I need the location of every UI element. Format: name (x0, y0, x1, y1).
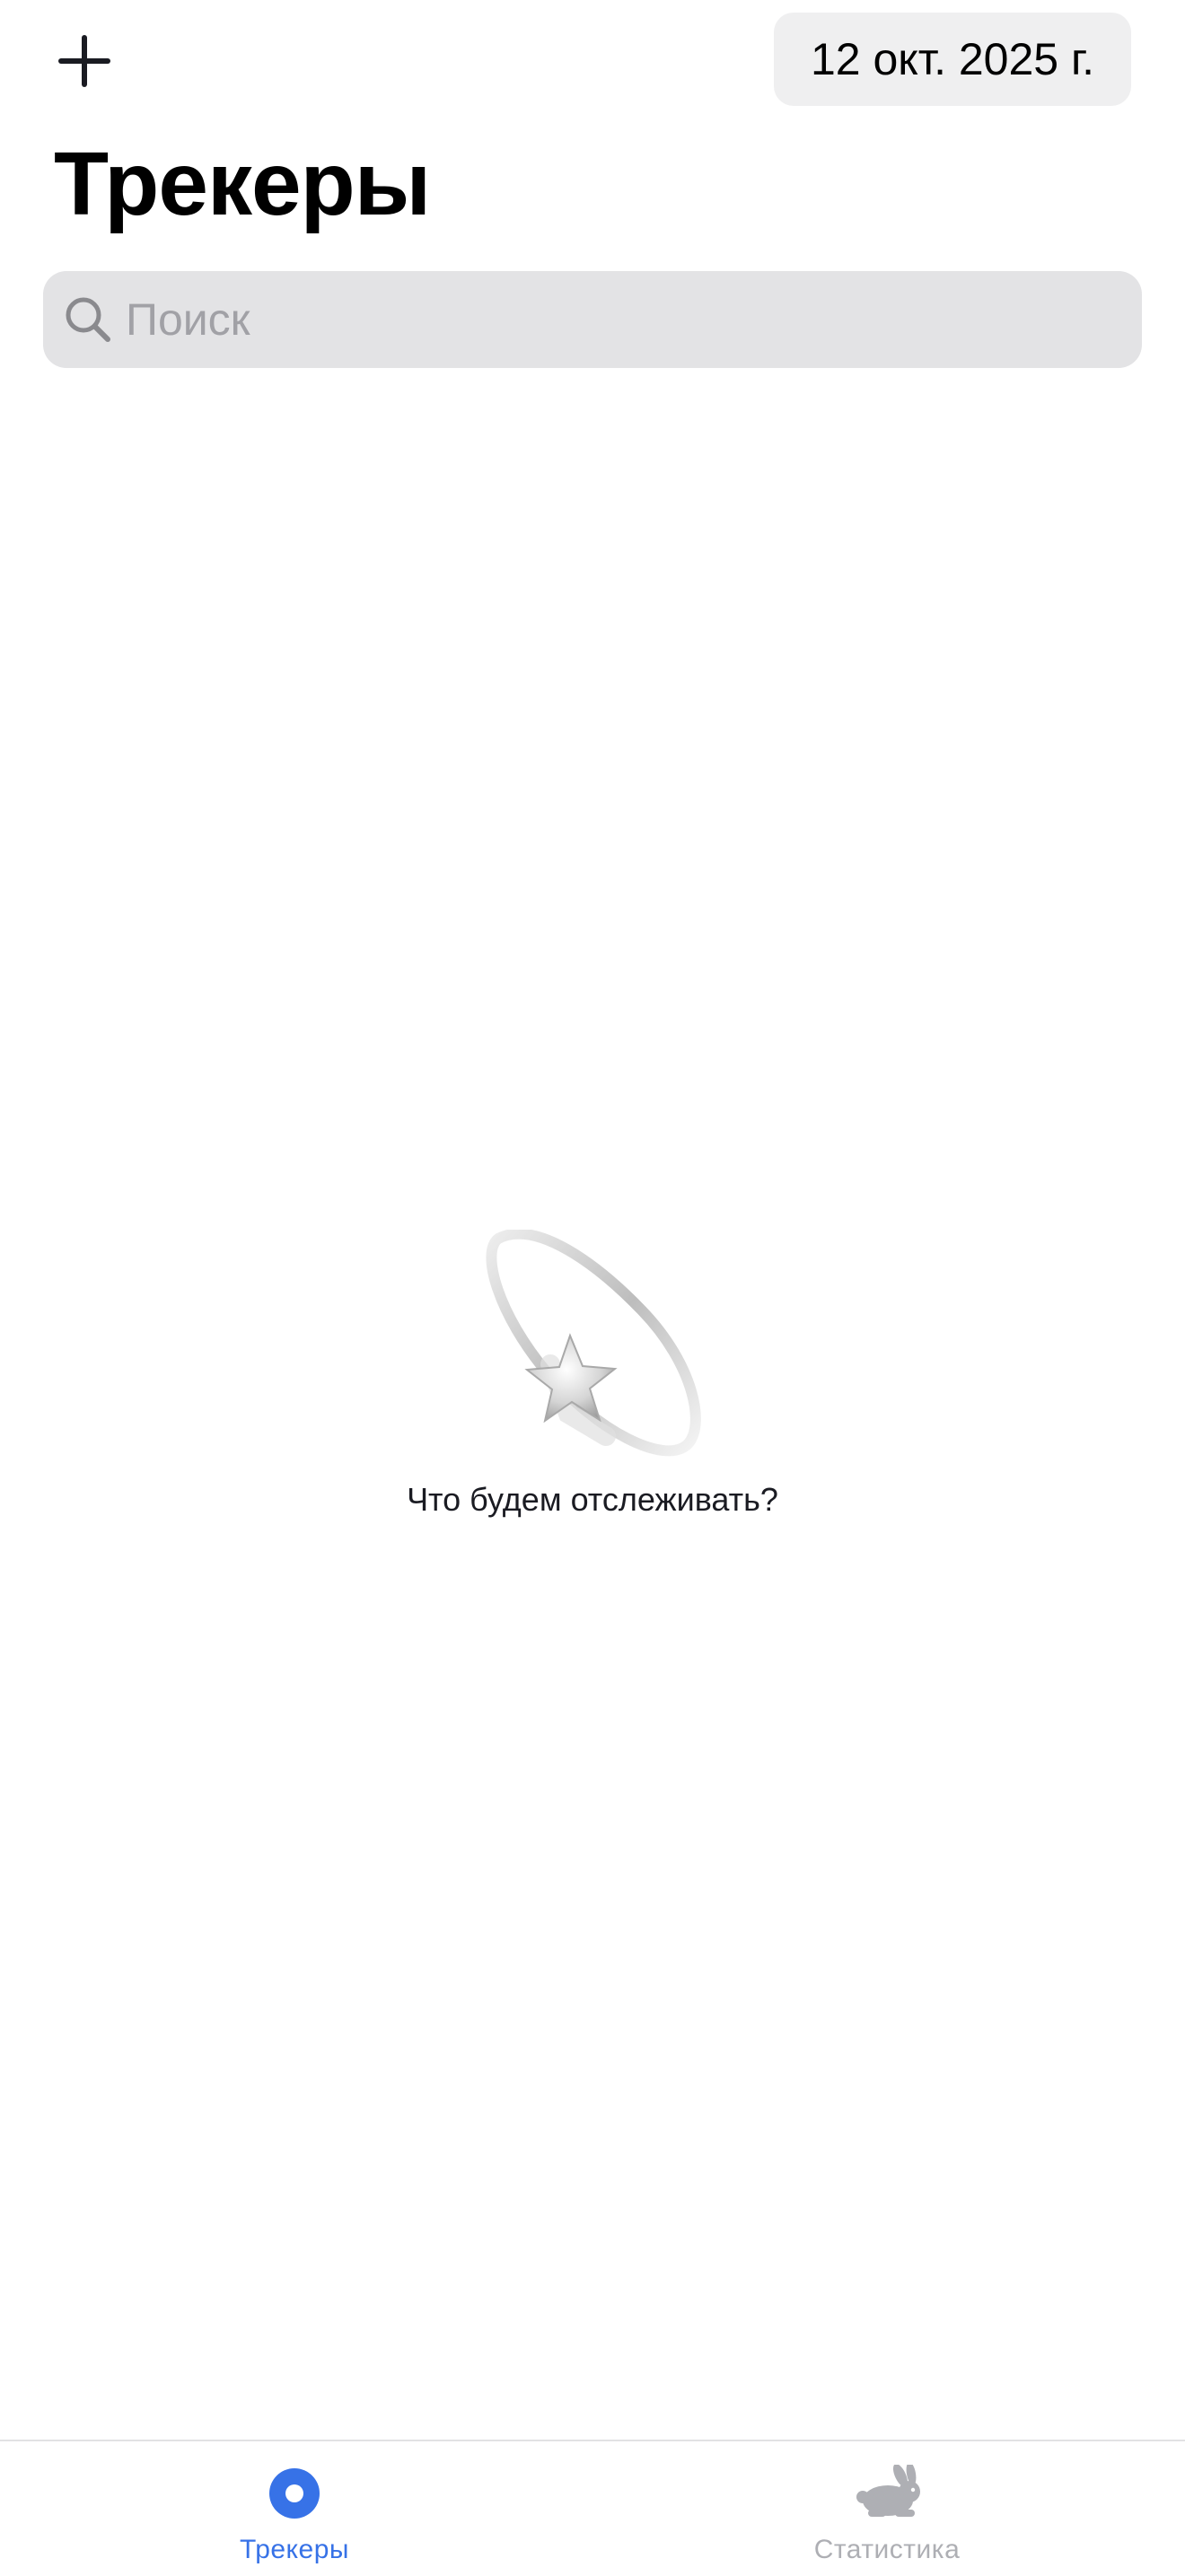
shooting-star-icon (486, 1230, 701, 1457)
date-label: 12 окт. 2025 г. (810, 34, 1095, 84)
tab-statistics[interactable]: Статистика (707, 2441, 1066, 2576)
add-tracker-button[interactable] (48, 25, 120, 97)
tab-statistics-label: Статистика (813, 2535, 961, 2564)
tab-bar: Трекеры Статистика (0, 2440, 1185, 2576)
page-title: Трекеры (54, 134, 431, 234)
tab-trackers[interactable]: Трекеры (115, 2441, 474, 2576)
empty-state: Что будем отслеживать? (0, 1230, 1185, 1519)
magnifying-glass-icon (66, 297, 110, 342)
tab-trackers-label: Трекеры (240, 2535, 349, 2564)
search-bar[interactable] (43, 271, 1142, 368)
hare-icon (856, 2465, 920, 2517)
record-circle-icon (269, 2468, 320, 2519)
date-picker-button[interactable]: 12 окт. 2025 г. (774, 13, 1131, 106)
search-input[interactable] (126, 271, 1113, 368)
empty-state-message: Что будем отслеживать? (407, 1481, 778, 1518)
plus-icon (58, 35, 110, 87)
